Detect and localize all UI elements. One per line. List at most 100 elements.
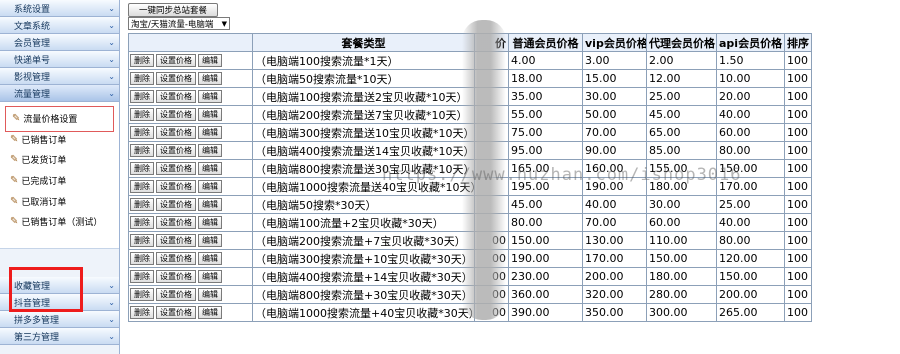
delete-button[interactable]: 删除 xyxy=(130,306,154,320)
delete-button[interactable]: 删除 xyxy=(130,72,154,86)
table-row: 删除 设置价格 编辑 （电脑端200搜索流量+7宝贝收藏*30天） 00 150.00 13… xyxy=(128,231,812,250)
set-price-button[interactable]: 设置价格 xyxy=(156,288,196,302)
column-header: 排序 xyxy=(784,33,812,52)
sidebar-item-label: 快递单号 xyxy=(14,55,51,66)
set-price-button[interactable]: 设置价格 xyxy=(156,90,196,104)
cell-normal: 360.00 xyxy=(508,285,583,304)
column-header xyxy=(128,33,253,52)
wrench-icon: ✎ xyxy=(12,113,21,124)
cell-sort: 100 xyxy=(784,195,812,214)
cell-agent: 65.00 xyxy=(646,123,717,142)
edit-button[interactable]: 编辑 xyxy=(198,162,222,176)
cell-type: （电脑端50搜索流量*10天） xyxy=(252,69,475,88)
cell-api: 150.00 xyxy=(716,159,785,178)
edit-button[interactable]: 编辑 xyxy=(198,54,222,68)
cell-agent: 30.00 xyxy=(646,195,717,214)
cell-sort: 100 xyxy=(784,87,812,106)
table-row: 删除 设置价格 编辑 （电脑端800搜索流量+30宝贝收藏*30天） 00 360.00 3… xyxy=(128,285,812,304)
cell-agent: 300.00 xyxy=(646,303,717,322)
package-type-select[interactable]: 淘宝/天猫流量-电脑端 ▼ xyxy=(128,17,230,30)
sidebar-item-label: 流量管理 xyxy=(14,89,51,100)
delete-button[interactable]: 删除 xyxy=(130,108,154,122)
cell-normal: 150.00 xyxy=(508,231,583,250)
cell-api: 120.00 xyxy=(716,249,785,268)
cell-sort: 100 xyxy=(784,69,812,88)
cell-sort: 100 xyxy=(784,159,812,178)
set-price-button[interactable]: 设置价格 xyxy=(156,54,196,68)
sync-packages-button[interactable]: 一键同步总站套餐 xyxy=(128,3,218,17)
set-price-button[interactable]: 设置价格 xyxy=(156,252,196,266)
table-row: 删除 设置价格 编辑 （电脑端100流量+2宝贝收藏*30天） 80.00 70.00 60… xyxy=(128,213,812,232)
submenu-item[interactable]: ✎ 已销售订单 xyxy=(10,133,66,146)
edit-button[interactable]: 编辑 xyxy=(198,144,222,158)
cell-base xyxy=(474,141,509,160)
delete-button[interactable]: 删除 xyxy=(130,288,154,302)
set-price-button[interactable]: 设置价格 xyxy=(156,306,196,320)
edit-button[interactable]: 编辑 xyxy=(198,270,222,284)
submenu-item-label: 已发货订单 xyxy=(21,156,67,166)
submenu-item[interactable]: ✎ 已取消订单 xyxy=(10,195,66,208)
edit-button[interactable]: 编辑 xyxy=(198,306,222,320)
edit-button[interactable]: 编辑 xyxy=(198,252,222,266)
edit-button[interactable]: 编辑 xyxy=(198,216,222,230)
delete-button[interactable]: 删除 xyxy=(130,270,154,284)
edit-button[interactable]: 编辑 xyxy=(198,90,222,104)
delete-button[interactable]: 删除 xyxy=(130,90,154,104)
delete-button[interactable]: 删除 xyxy=(130,162,154,176)
sidebar-item-1[interactable]: 文章系统 ⌄ xyxy=(0,17,119,34)
set-price-button[interactable]: 设置价格 xyxy=(156,234,196,248)
delete-button[interactable]: 删除 xyxy=(130,252,154,266)
set-price-button[interactable]: 设置价格 xyxy=(156,270,196,284)
sidebar-item-0[interactable]: 系统设置 ⌄ xyxy=(0,0,119,17)
sidebar-item-4[interactable]: 影视管理 ⌄ xyxy=(0,68,119,85)
set-price-button[interactable]: 设置价格 xyxy=(156,126,196,140)
cell-api: 150.00 xyxy=(716,267,785,286)
set-price-button[interactable]: 设置价格 xyxy=(156,162,196,176)
set-price-button[interactable]: 设置价格 xyxy=(156,108,196,122)
sidebar-bottom-item-3[interactable]: 第三方管理 ⌄ xyxy=(0,328,119,345)
submenu-item[interactable]: ✎ 已完成订单 xyxy=(10,174,66,187)
delete-button[interactable]: 删除 xyxy=(130,54,154,68)
submenu-item[interactable]: ✎ 流量价格设置 xyxy=(12,112,77,125)
edit-button[interactable]: 编辑 xyxy=(198,72,222,86)
cell-type: （电脑端50搜索*30天） xyxy=(252,195,475,214)
sidebar-item-3[interactable]: 快递单号 ⌄ xyxy=(0,51,119,68)
sidebar-item-5[interactable]: 流量管理 ⌄ xyxy=(0,85,119,102)
cell-base: 00 xyxy=(474,231,509,250)
sidebar-bottom-item-2[interactable]: 拼多多管理 ⌄ xyxy=(0,311,119,328)
wrench-icon: ✎ xyxy=(10,154,19,165)
edit-button[interactable]: 编辑 xyxy=(198,198,222,212)
cell-api: 10.00 xyxy=(716,69,785,88)
delete-button[interactable]: 删除 xyxy=(130,216,154,230)
row-actions: 删除 设置价格 编辑 xyxy=(128,195,253,214)
delete-button[interactable]: 删除 xyxy=(130,198,154,212)
set-price-button[interactable]: 设置价格 xyxy=(156,180,196,194)
submenu-item-label: 已销售订单 xyxy=(21,136,67,146)
cell-vip: 160.00 xyxy=(582,159,647,178)
row-actions: 删除 设置价格 编辑 xyxy=(128,285,253,304)
set-price-button[interactable]: 设置价格 xyxy=(156,144,196,158)
edit-button[interactable]: 编辑 xyxy=(198,108,222,122)
submenu-item-label: 已销售订单（测试） xyxy=(21,218,103,228)
cell-vip: 320.00 xyxy=(582,285,647,304)
delete-button[interactable]: 删除 xyxy=(130,180,154,194)
wrench-icon: ✎ xyxy=(10,216,19,227)
cell-api: 80.00 xyxy=(716,231,785,250)
cell-base xyxy=(474,87,509,106)
cell-vip: 170.00 xyxy=(582,249,647,268)
edit-button[interactable]: 编辑 xyxy=(198,288,222,302)
delete-button[interactable]: 删除 xyxy=(130,144,154,158)
delete-button[interactable]: 删除 xyxy=(130,126,154,140)
edit-button[interactable]: 编辑 xyxy=(198,234,222,248)
sidebar-item-2[interactable]: 会员管理 ⌄ xyxy=(0,34,119,51)
set-price-button[interactable]: 设置价格 xyxy=(156,198,196,212)
edit-button[interactable]: 编辑 xyxy=(198,180,222,194)
set-price-button[interactable]: 设置价格 xyxy=(156,216,196,230)
edit-button[interactable]: 编辑 xyxy=(198,126,222,140)
submenu-item[interactable]: ✎ 已销售订单（测试） xyxy=(10,215,102,228)
cell-normal: 190.00 xyxy=(508,249,583,268)
cell-type: （电脑端400搜索流量+14宝贝收藏*30天） xyxy=(252,267,475,286)
delete-button[interactable]: 删除 xyxy=(130,234,154,248)
set-price-button[interactable]: 设置价格 xyxy=(156,72,196,86)
submenu-item[interactable]: ✎ 已发货订单 xyxy=(10,153,66,166)
